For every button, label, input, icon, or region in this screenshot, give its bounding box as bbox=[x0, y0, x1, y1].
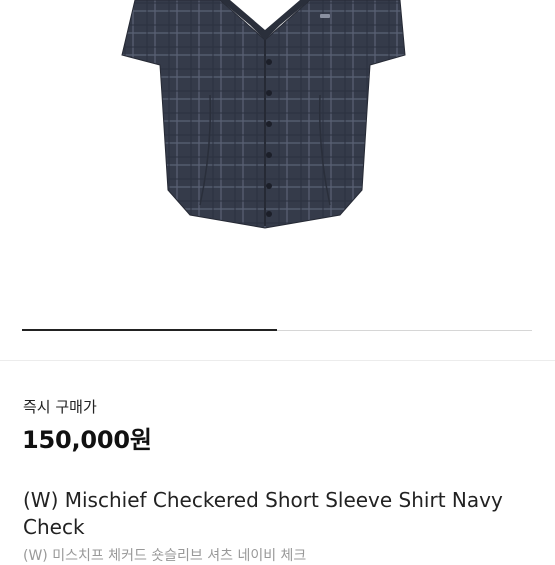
section-divider bbox=[0, 360, 555, 361]
product-title: (W) Mischief Checkered Short Sleeve Shir… bbox=[23, 488, 503, 539]
price-value: 150,000원 bbox=[22, 426, 152, 454]
gallery-pager bbox=[22, 329, 532, 331]
gallery-pager-progress bbox=[22, 329, 277, 331]
product-image-gallery[interactable] bbox=[0, 0, 555, 360]
price-label: 즉시 구매가 bbox=[23, 398, 97, 416]
product-image[interactable] bbox=[100, 0, 430, 230]
product-subtitle: (W) 미스치프 체커드 숏슬리브 셔츠 네이비 체크 bbox=[23, 548, 307, 564]
